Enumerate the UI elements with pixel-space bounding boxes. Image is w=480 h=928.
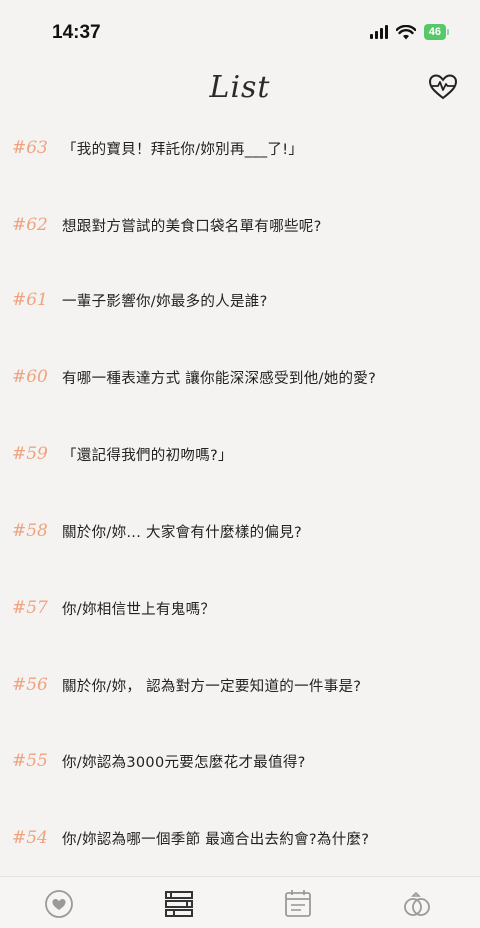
- calendar-icon[interactable]: [281, 887, 315, 921]
- heartbeat-icon[interactable]: [428, 72, 458, 102]
- question-text: 「我的寶貝！拜託你/妳別再___了!」: [62, 141, 304, 158]
- cellular-signal-icon: [369, 25, 388, 39]
- question-text: 想跟對方嘗試的美食口袋名單有哪些呢?: [62, 218, 322, 235]
- list-item[interactable]: #57 你/妳相信世上有鬼嗎？: [0, 588, 480, 628]
- tab-bar: [0, 876, 480, 928]
- question-number: #62: [12, 215, 48, 235]
- status-icons: 46: [369, 24, 450, 40]
- question-text: 一輩子影響你/妳最多的人是誰?: [62, 293, 268, 310]
- list-item[interactable]: #62 想跟對方嘗試的美食口袋名單有哪些呢?: [0, 205, 480, 245]
- list-item[interactable]: #59 「還記得我們的初吻嗎?」: [0, 434, 480, 474]
- question-text: 關於你/妳， 認為對方一定要知道的一件事是?: [62, 678, 362, 695]
- question-number: #59: [12, 444, 48, 464]
- status-time: 14:37: [52, 22, 101, 43]
- question-number: #63: [12, 138, 48, 158]
- status-bar: 14:37 46: [0, 0, 480, 64]
- rings-icon[interactable]: [400, 887, 434, 921]
- battery-indicator: 46: [423, 24, 450, 40]
- header: List: [0, 64, 480, 120]
- question-number: #61: [12, 290, 48, 310]
- books-icon[interactable]: [162, 887, 196, 921]
- question-text: 「還記得我們的初吻嗎?」: [62, 447, 233, 464]
- list-item[interactable]: #61 一輩子影響你/妳最多的人是誰?: [0, 280, 480, 320]
- question-text: 你/妳相信世上有鬼嗎？: [62, 601, 216, 618]
- list-item[interactable]: #55 你/妳認為3000元要怎麼花才最值得?: [0, 741, 480, 781]
- heart-circle-icon[interactable]: [42, 887, 76, 921]
- page-title: List: [209, 70, 271, 105]
- question-text: 關於你/妳... 大家會有什麼樣的偏見?: [62, 524, 303, 541]
- question-number: #56: [12, 675, 48, 695]
- list-item[interactable]: #60 有哪一種表達方式 讓你能深深感受到他/她的愛?: [0, 357, 480, 397]
- wifi-icon: [395, 24, 416, 39]
- list-item[interactable]: #58 關於你/妳... 大家會有什麼樣的偏見?: [0, 511, 480, 551]
- list-item[interactable]: #63 「我的寶貝！拜託你/妳別再___了!」: [0, 128, 480, 168]
- question-text: 你/妳認為3000元要怎麼花才最值得?: [62, 754, 306, 771]
- question-text: 你/妳認為哪一個季節 最適合出去約會?為什麼?: [62, 831, 370, 848]
- question-number: #57: [12, 598, 48, 618]
- question-number: #58: [12, 521, 48, 541]
- list-item[interactable]: #54 你/妳認為哪一個季節 最適合出去約會?為什麼?: [0, 818, 480, 858]
- question-number: #60: [12, 367, 48, 387]
- list-item[interactable]: #56 關於你/妳， 認為對方一定要知道的一件事是?: [0, 665, 480, 705]
- question-text: 有哪一種表達方式 讓你能深深感受到他/她的愛?: [62, 370, 377, 387]
- question-number: #55: [12, 751, 48, 771]
- question-number: #54: [12, 828, 48, 848]
